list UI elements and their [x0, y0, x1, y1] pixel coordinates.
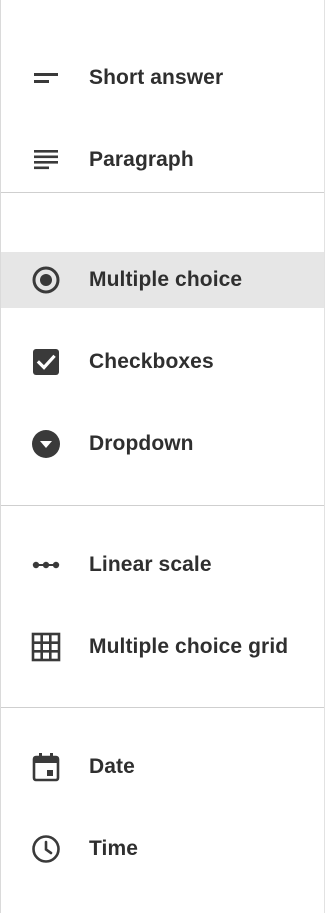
menu-item-label: Linear scale [89, 553, 212, 576]
menu-item-dropdown[interactable]: Dropdown [1, 416, 324, 472]
menu-item-linear-scale[interactable]: Linear scale [1, 537, 324, 593]
menu-item-checkboxes[interactable]: Checkboxes [1, 334, 324, 390]
menu-item-paragraph[interactable]: Paragraph [1, 132, 324, 188]
menu-item-label: Time [89, 837, 139, 860]
menu-item-time[interactable]: Time [1, 821, 324, 877]
linear-scale-icon [32, 561, 60, 569]
grid-icon [31, 632, 61, 662]
paragraph-icon [34, 150, 58, 170]
menu-item-label: Checkboxes [89, 350, 214, 373]
menu-item-multiple-choice[interactable]: Multiple choice [1, 252, 324, 308]
divider [1, 192, 324, 193]
radio-button-icon [32, 266, 60, 294]
menu-item-multiple-choice-grid[interactable]: Multiple choice grid [1, 619, 324, 675]
menu-item-label: Date [89, 755, 135, 778]
menu-item-date[interactable]: Date [1, 739, 324, 795]
divider [1, 505, 324, 506]
question-type-menu: Short answer Paragraph Multiple choice C… [0, 0, 325, 913]
menu-item-short-answer[interactable]: Short answer [1, 50, 324, 106]
menu-item-label: Short answer [89, 66, 224, 89]
calendar-icon [32, 753, 60, 782]
menu-item-label: Multiple choice [89, 268, 243, 291]
checkbox-icon [33, 349, 59, 375]
clock-icon [32, 835, 60, 863]
menu-item-label: Multiple choice grid [89, 635, 289, 658]
dropdown-icon [32, 430, 60, 458]
menu-item-label: Dropdown [89, 432, 194, 455]
short-answer-icon [34, 73, 58, 83]
divider [1, 707, 324, 708]
menu-item-label: Paragraph [89, 148, 194, 171]
